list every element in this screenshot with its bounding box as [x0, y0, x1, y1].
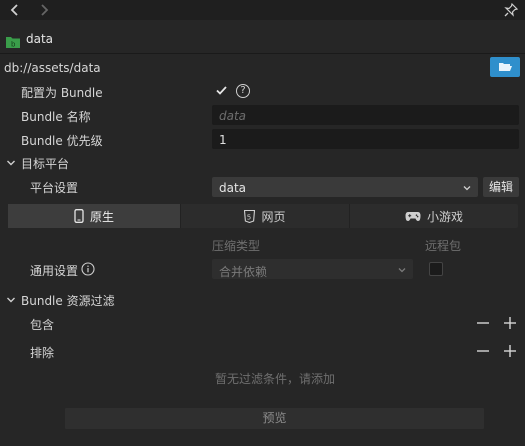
collapse-icon[interactable] — [6, 294, 16, 304]
folder-bundle-icon: b — [6, 36, 20, 49]
chevron-down-icon — [463, 186, 471, 191]
bundle-priority-input[interactable]: 1 — [212, 129, 519, 149]
empty-filter-hint: 暂无过滤条件，请添加 — [215, 372, 336, 386]
pin-icon[interactable] — [503, 2, 519, 18]
compress-type-value: 合并依赖 — [219, 265, 268, 279]
remote-bundle-header: 远程包 — [425, 239, 462, 253]
preview-button[interactable]: 预览 — [65, 408, 484, 429]
info-icon[interactable] — [81, 262, 95, 276]
tab-native-label: 原生 — [89, 209, 114, 224]
plus-icon[interactable] — [503, 316, 517, 330]
remote-bundle-checkbox[interactable] — [429, 262, 443, 276]
exclude-label: 排除 — [30, 346, 55, 360]
bundle-priority-label: Bundle 优先级 — [21, 134, 103, 148]
compress-type-header: 压缩类型 — [212, 239, 261, 253]
back-arrow-icon[interactable] — [7, 2, 23, 18]
folder-open-icon — [499, 63, 512, 71]
html5-icon: 5 — [244, 209, 256, 223]
chevron-down-icon — [398, 268, 406, 273]
include-label: 包含 — [30, 318, 55, 332]
bundle-name-input[interactable]: data — [212, 105, 519, 125]
tab-web-label: 网页 — [261, 209, 286, 224]
tab-web[interactable]: 5 网页 — [181, 204, 349, 228]
platform-settings-value: data — [219, 181, 247, 195]
tab-mini-game[interactable]: 小游戏 — [350, 204, 518, 228]
tab-mini-game-label: 小游戏 — [426, 209, 463, 224]
plus-icon[interactable] — [503, 344, 517, 358]
edit-button[interactable]: 编辑 — [483, 177, 519, 197]
asset-name: data — [26, 32, 54, 46]
bundle-name-label: Bundle 名称 — [21, 110, 91, 124]
is-bundle-checkbox[interactable] — [215, 84, 228, 97]
asset-header: b data — [0, 24, 525, 54]
help-icon[interactable]: ? — [236, 84, 250, 98]
minus-icon[interactable] — [476, 344, 490, 358]
svg-text:5: 5 — [247, 213, 251, 221]
collapse-icon[interactable] — [6, 157, 16, 167]
gamepad-icon — [405, 211, 421, 221]
svg-text:b: b — [11, 41, 16, 49]
bundle-filter-header[interactable]: Bundle 资源过滤 — [21, 292, 115, 309]
minus-icon[interactable] — [476, 316, 490, 330]
tab-native[interactable]: 原生 — [8, 204, 180, 228]
forward-arrow-icon[interactable] — [36, 2, 52, 18]
is-bundle-label: 配置为 Bundle — [21, 86, 103, 100]
asset-url: db://assets/data — [4, 61, 101, 75]
platform-settings-select[interactable]: data — [212, 177, 478, 197]
platform-settings-label: 平台设置 — [30, 181, 79, 195]
general-settings-label: 通用设置 — [30, 264, 79, 278]
compress-type-select[interactable]: 合并依赖 — [212, 259, 413, 279]
phone-icon — [74, 209, 84, 223]
toolbar — [0, 0, 525, 20]
platform-tabs: 原生 5 网页 小游戏 — [8, 204, 518, 228]
target-platform-header[interactable]: 目标平台 — [21, 155, 69, 172]
open-folder-button[interactable] — [490, 57, 520, 77]
